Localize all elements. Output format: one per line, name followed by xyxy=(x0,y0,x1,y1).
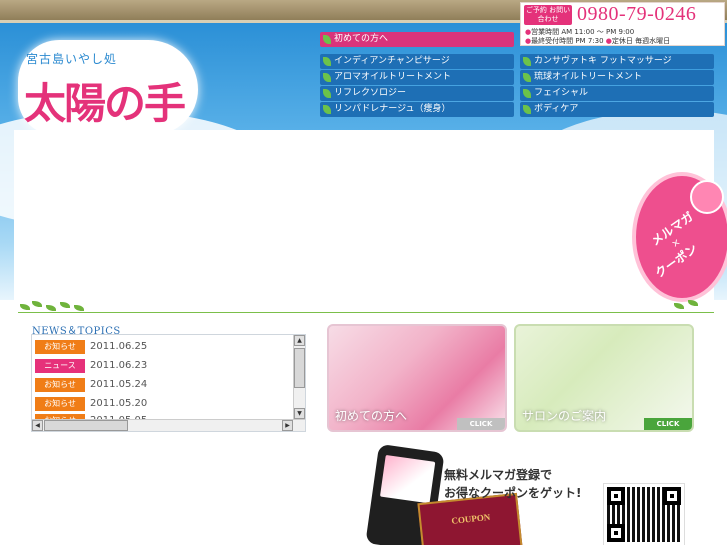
contact-badge: ご予約 お問い合わせ xyxy=(524,5,572,25)
phone-number[interactable]: 0980-79-0246 xyxy=(577,3,696,26)
scroll-left-icon[interactable]: ◀ xyxy=(32,420,43,431)
news-item[interactable]: お知らせ 2011.05.24 xyxy=(35,378,293,392)
nav-body-care[interactable]: ボディケア xyxy=(520,102,714,117)
news-item[interactable]: ニュース 2011.06.23 xyxy=(35,359,293,373)
news-item[interactable]: お知らせ 2011.05.20 xyxy=(35,397,293,411)
leaf-icon xyxy=(323,35,331,44)
nav-kansa-foot[interactable]: カンサヴァトキ フットマッサージ xyxy=(520,54,714,69)
news-tag: お知らせ xyxy=(35,397,85,411)
scroll-thumb[interactable] xyxy=(294,348,305,388)
vertical-scrollbar[interactable]: ▲ ▼ xyxy=(293,335,305,419)
nav-reflexology[interactable]: リフレクソロジー xyxy=(320,86,514,101)
mobile-promo-line1: 無料メルマガ登録で xyxy=(444,468,553,482)
horizontal-scrollbar[interactable]: ◀ ▶ xyxy=(32,419,305,431)
news-date: 2011.06.23 xyxy=(90,360,148,371)
smiley-icon xyxy=(690,180,724,214)
leaf-icon xyxy=(323,57,331,66)
news-tag: ニュース xyxy=(35,359,85,373)
news-date: 2011.06.25 xyxy=(90,341,148,352)
nav-ryukyu-oil[interactable]: 琉球オイルトリートメント xyxy=(520,70,714,85)
nav-indian-head[interactable]: インディアンチャンピサージ xyxy=(320,54,514,69)
leaf-icon xyxy=(323,89,331,98)
mobile-promo-line2: お得なクーポンをゲット! xyxy=(444,486,582,500)
news-item[interactable]: お知らせ 2011.06.25 xyxy=(35,340,293,354)
coupon-text: COUPON xyxy=(450,511,491,526)
scroll-up-icon[interactable]: ▲ xyxy=(294,335,305,346)
news-tag: お知らせ xyxy=(35,378,85,392)
contact-box: ご予約 お問い合わせ 0980-79-0246 ●営業時間 AM 11:00 〜… xyxy=(520,2,725,46)
scroll-down-icon[interactable]: ▼ xyxy=(294,408,305,419)
vine-divider xyxy=(18,300,714,314)
nav-first-visit[interactable]: 初めての方へ xyxy=(320,32,514,47)
leaf-icon xyxy=(323,105,331,114)
nav-lymph[interactable]: リンパドレナージュ（痩身） xyxy=(320,102,514,117)
news-date: 2011.05.24 xyxy=(90,379,148,390)
click-badge: CLICK xyxy=(644,418,692,430)
promo-label: サロンのご案内 xyxy=(522,409,607,423)
promo-first-visit[interactable]: 初めての方へ CLICK xyxy=(327,324,507,432)
promo-salon-info[interactable]: サロンのご案内 CLICK xyxy=(514,324,694,432)
leaf-icon xyxy=(323,73,331,82)
leaf-icon xyxy=(523,89,531,98)
logo-subtitle: 宮古島いやし処 xyxy=(26,52,118,66)
promo-label: 初めての方へ xyxy=(335,409,408,423)
news-tag: お知らせ xyxy=(35,340,85,354)
qr-code-icon xyxy=(603,483,685,545)
leaf-icon xyxy=(523,57,531,66)
news-list: お知らせ 2011.06.25 ニュース 2011.06.23 お知らせ 201… xyxy=(31,334,306,432)
scroll-thumb[interactable] xyxy=(44,420,128,431)
scroll-right-icon[interactable]: ▶ xyxy=(282,420,293,431)
leaf-icon xyxy=(523,105,531,114)
nav-aroma-oil[interactable]: アロマオイルトリートメント xyxy=(320,70,514,85)
last-reception-line: ●最終受付時間 PM 7:30 ●定休日 毎週水曜日 xyxy=(525,37,671,45)
nav-facial[interactable]: フェイシャル xyxy=(520,86,714,101)
click-badge: CLICK xyxy=(457,418,505,430)
logo-title[interactable]: 太陽の手 xyxy=(24,70,186,131)
news-date: 2011.05.20 xyxy=(90,398,148,409)
leaf-icon xyxy=(523,73,531,82)
